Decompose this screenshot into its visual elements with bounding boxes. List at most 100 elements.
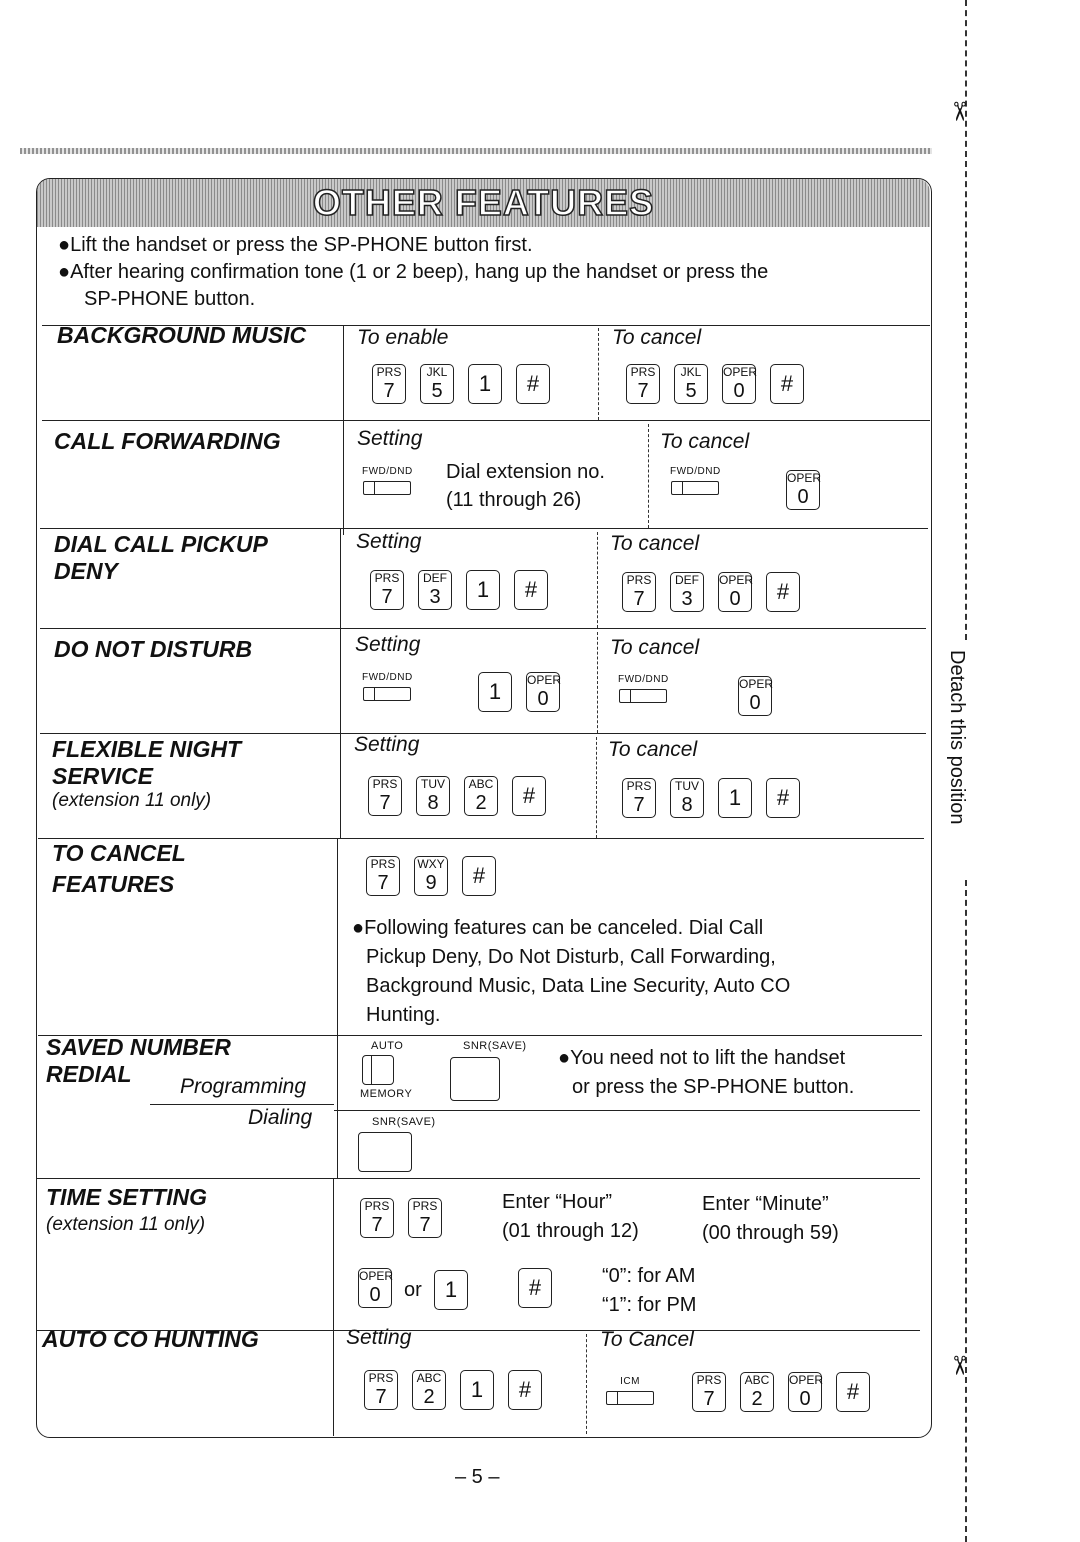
key-digit: 7 bbox=[381, 586, 393, 608]
key-7: PRS 7 bbox=[626, 364, 660, 404]
fwd-dnd-button: FWD/DND bbox=[362, 466, 413, 495]
key-7: PRS 7 bbox=[622, 572, 656, 612]
key-digit: 7 bbox=[371, 1214, 383, 1236]
key-letters: PRS bbox=[626, 573, 652, 587]
key-letters: PRS bbox=[412, 1199, 438, 1213]
note-line: Background Music, Data Line Security, Au… bbox=[366, 975, 791, 997]
key-2: ABC 2 bbox=[740, 1372, 774, 1412]
pm-text: “1”: for PM bbox=[602, 1294, 697, 1316]
key-7: PRS 7 bbox=[360, 1198, 394, 1238]
button-label: ICM bbox=[620, 1376, 640, 1387]
key-digit: # bbox=[518, 1377, 532, 1402]
auto-label: AUTO bbox=[371, 1040, 404, 1052]
key-1: 1 bbox=[718, 778, 752, 818]
key-letters: OPER bbox=[359, 1269, 394, 1283]
dialing-label: Dialing bbox=[248, 1106, 313, 1129]
key-digit: 0 bbox=[799, 1388, 811, 1410]
snr-save-button bbox=[450, 1057, 500, 1101]
key-letters: PRS bbox=[368, 1371, 394, 1385]
auto-memory-switch bbox=[362, 1055, 394, 1085]
key-digit: # bbox=[776, 785, 790, 810]
key-letters: PRS bbox=[630, 365, 656, 379]
key-1: 1 bbox=[460, 1370, 494, 1410]
key-hash: # bbox=[508, 1370, 542, 1410]
key-letters: ABC bbox=[468, 777, 494, 791]
key-digit: 7 bbox=[633, 588, 645, 610]
key-2: ABC 2 bbox=[412, 1370, 446, 1410]
key-digit: 2 bbox=[475, 792, 487, 814]
key-digit: # bbox=[526, 371, 540, 396]
key-hash: # bbox=[770, 364, 804, 404]
key-0: OPER 0 bbox=[718, 572, 753, 612]
intro-line: SP-PHONE button. bbox=[84, 288, 256, 310]
feature-background-music: BACKGROUND MUSIC bbox=[57, 322, 307, 348]
hour-line: (01 through 12) bbox=[502, 1220, 639, 1242]
key-0: OPER 0 bbox=[722, 364, 758, 404]
key-digit: 1 bbox=[444, 1277, 458, 1302]
key-digit: 7 bbox=[633, 794, 645, 816]
key-letters: TUV bbox=[421, 777, 445, 791]
key-hash: # bbox=[514, 570, 548, 610]
key-sequence: PRS 7 PRS 7 bbox=[360, 1198, 442, 1238]
fwd-dnd-button: FWD/DND bbox=[670, 466, 721, 495]
setting-caption: Setting bbox=[355, 633, 421, 656]
key-letters: JKL bbox=[426, 365, 448, 379]
key-letters: ABC bbox=[744, 1373, 770, 1387]
key-digit: 9 bbox=[425, 872, 437, 894]
am-key: OPER 0 bbox=[358, 1268, 394, 1308]
key-0: OPER 0 bbox=[788, 1372, 824, 1412]
key-digit: # bbox=[528, 1275, 542, 1300]
cancel-caption: To cancel bbox=[608, 738, 698, 761]
key-7: PRS 7 bbox=[692, 1372, 726, 1412]
cancel-key-sequence: PRS 7 JKL 5 OPER 0 # bbox=[626, 364, 804, 404]
feature-dial-call-pickup-deny: DIAL CALL PICKUP DENY bbox=[54, 531, 268, 585]
cancel-key-sequence: PRS 7 DEF 3 OPER 0 # bbox=[622, 572, 800, 612]
hour-instruction: Enter “Hour” (01 through 12) bbox=[502, 1188, 639, 1246]
cut-line bbox=[965, 0, 967, 640]
key-7: PRS 7 bbox=[622, 778, 656, 818]
key-digit: 0 bbox=[369, 1284, 381, 1306]
key-1: 1 bbox=[478, 672, 512, 712]
programming-label: Programming bbox=[180, 1075, 307, 1098]
key-hash: # bbox=[836, 1372, 870, 1412]
key-digit: # bbox=[472, 863, 486, 888]
key-sequence: PRS 7 WXY 9 # bbox=[366, 856, 496, 896]
cut-line bbox=[965, 880, 967, 1542]
key-7: PRS 7 bbox=[368, 776, 402, 816]
key-letters: PRS bbox=[696, 1373, 722, 1387]
key-digit: 7 bbox=[703, 1388, 715, 1410]
label-line: SERVICE bbox=[52, 763, 153, 789]
setting-caption: Setting bbox=[357, 427, 423, 450]
minute-line: (00 through 59) bbox=[702, 1222, 839, 1244]
key-digit: 7 bbox=[375, 1386, 387, 1408]
label-line: SAVED NUMBER bbox=[46, 1034, 231, 1060]
key-1: 1 bbox=[466, 570, 500, 610]
key-5: JKL 5 bbox=[674, 364, 708, 404]
setting-key-sequence: PRS 7 DEF 3 1 # bbox=[370, 570, 548, 610]
key-digit: 0 bbox=[729, 588, 741, 610]
key-digit: 1 bbox=[470, 1377, 484, 1402]
key-hash: # bbox=[516, 364, 550, 404]
feature-flexible-night-service: FLEXIBLE NIGHT SERVICE bbox=[52, 736, 241, 790]
key-digit: 0 bbox=[797, 486, 809, 508]
note-line: ●You need not to lift the handset bbox=[558, 1047, 846, 1069]
key-letters: OPER bbox=[723, 365, 758, 379]
key-7: PRS 7 bbox=[370, 570, 404, 610]
key-letters: OPER bbox=[789, 1373, 824, 1387]
key-letters: PRS bbox=[364, 1199, 390, 1213]
perforation-line bbox=[20, 148, 932, 154]
memory-label: MEMORY bbox=[360, 1088, 413, 1100]
setting-key-sequence: 1 OPER 0 bbox=[478, 672, 561, 712]
key-hash: # bbox=[512, 776, 546, 816]
key-7: PRS 7 bbox=[366, 856, 400, 896]
key-letters: PRS bbox=[374, 571, 400, 585]
page-title: OTHER FEATURES bbox=[312, 181, 655, 224]
manual-page: ✂ ✂ Detach this position OTHER FEATURES … bbox=[0, 0, 1080, 1542]
intro-line: ●Lift the handset or press the SP-PHONE … bbox=[58, 234, 533, 256]
key-digit: # bbox=[522, 783, 536, 808]
key-letters: PRS bbox=[370, 857, 396, 871]
setting-caption: Setting bbox=[346, 1326, 412, 1349]
feature-auto-co-hunting: AUTO CO HUNTING bbox=[42, 1326, 259, 1352]
key-letters: TUV bbox=[675, 779, 699, 793]
key-digit: # bbox=[780, 371, 794, 396]
